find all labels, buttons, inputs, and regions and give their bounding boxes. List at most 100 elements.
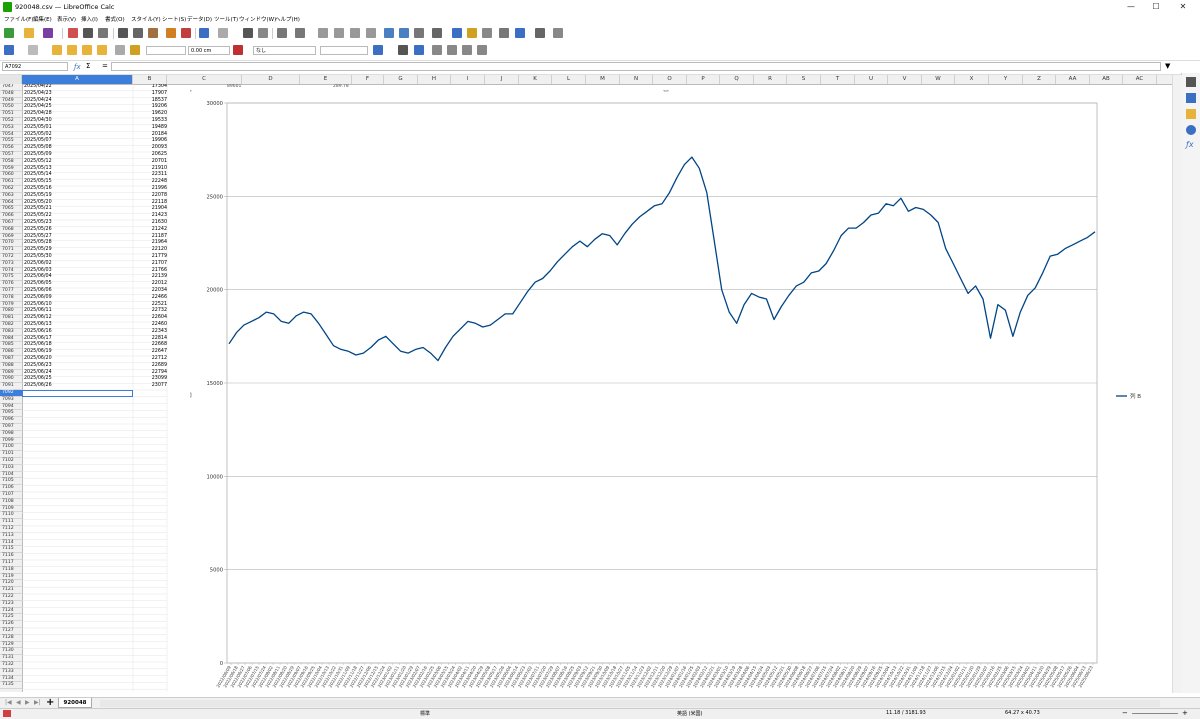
- row-header[interactable]: 7113: [0, 533, 22, 540]
- cell-date[interactable]: 2025/05/19: [24, 193, 52, 200]
- clone-formatting-icon[interactable]: [166, 28, 176, 38]
- cell-date[interactable]: 2025/05/01: [24, 125, 52, 132]
- copy-icon[interactable]: [133, 28, 143, 38]
- insert-image-icon[interactable]: [384, 28, 394, 38]
- cell-value[interactable]: 22078: [133, 193, 167, 200]
- row-header[interactable]: 7135: [0, 682, 22, 690]
- headers-footers-icon[interactable]: [482, 28, 492, 38]
- row-icon[interactable]: [277, 28, 287, 38]
- cell-value[interactable]: 21779: [133, 254, 167, 261]
- menu-window[interactable]: ウィンドウ(W): [239, 15, 276, 23]
- row-header[interactable]: 7086: [0, 349, 22, 356]
- row-header[interactable]: 7126: [0, 621, 22, 628]
- cell-date[interactable]: 2025/06/05: [24, 281, 52, 288]
- cell-value[interactable]: 22034: [133, 288, 167, 295]
- column-header-E[interactable]: E: [300, 75, 352, 84]
- insert-chart-icon[interactable]: [399, 28, 409, 38]
- align-center-object-icon[interactable]: [67, 45, 77, 55]
- hyperlink-icon[interactable]: [452, 28, 462, 38]
- gallery-icon[interactable]: [1186, 109, 1196, 119]
- cell-date[interactable]: 2025/06/12: [24, 315, 52, 322]
- cell-value[interactable]: 21630: [133, 220, 167, 227]
- column-header-D[interactable]: D: [242, 75, 300, 84]
- cell-date[interactable]: 2025/05/12: [24, 159, 52, 166]
- row-header[interactable]: 7081: [0, 315, 22, 322]
- cell-value[interactable]: 19533: [133, 118, 167, 125]
- row-header[interactable]: 7096: [0, 417, 22, 424]
- expand-formula-bar-icon[interactable]: ▼: [1165, 62, 1170, 70]
- area-fill-select[interactable]: [320, 46, 368, 55]
- row-header[interactable]: 7061: [0, 179, 22, 186]
- menu-data[interactable]: データ(D): [187, 15, 212, 23]
- maximize-button[interactable]: ☐: [1145, 0, 1167, 14]
- cell-value[interactable]: 22604: [133, 315, 167, 322]
- cell-value[interactable]: 17907: [133, 91, 167, 98]
- column-header-V[interactable]: V: [888, 75, 922, 84]
- column-header-N[interactable]: N: [620, 75, 653, 84]
- cell-value[interactable]: 20625: [133, 152, 167, 159]
- first-sheet-icon[interactable]: |◀: [5, 699, 12, 706]
- row-header[interactable]: 7102: [0, 458, 22, 465]
- line-ends-icon[interactable]: [373, 45, 383, 55]
- last-sheet-icon[interactable]: ▶|: [34, 699, 41, 706]
- row-header[interactable]: 7066: [0, 213, 22, 220]
- cell-value[interactable]: 21707: [133, 261, 167, 268]
- cell-date[interactable]: 2025/04/30: [24, 118, 52, 125]
- group-icon[interactable]: [130, 45, 140, 55]
- cell-value[interactable]: 22012: [133, 281, 167, 288]
- horizontal-scrollbar[interactable]: [100, 700, 1160, 707]
- cell-value[interactable]: 21423: [133, 213, 167, 220]
- cell-date[interactable]: 2025/05/15: [24, 179, 52, 186]
- sort-icon[interactable]: [318, 28, 328, 38]
- row-header[interactable]: 7132: [0, 662, 22, 669]
- column-header-M[interactable]: M: [586, 75, 620, 84]
- row-header[interactable]: 7051: [0, 111, 22, 118]
- column-header-Y[interactable]: Y: [989, 75, 1023, 84]
- new-icon[interactable]: [4, 28, 14, 38]
- transformations-icon[interactable]: [398, 45, 408, 55]
- cell-value[interactable]: 22712: [133, 356, 167, 363]
- cell-value[interactable]: 21996: [133, 186, 167, 193]
- line-chart[interactable]: 050001000015000200002500030000列 B2022/06…: [190, 90, 1167, 690]
- cell-date[interactable]: 2025/04/23: [24, 91, 52, 98]
- row-header[interactable]: 7116: [0, 553, 22, 560]
- column-header-P[interactable]: P: [687, 75, 720, 84]
- special-character-icon[interactable]: [432, 28, 442, 38]
- vertical-scrollbar[interactable]: [1172, 75, 1182, 693]
- row-header[interactable]: 7123: [0, 601, 22, 608]
- cell-value[interactable]: 23077: [133, 383, 167, 390]
- anchor-icon[interactable]: [4, 45, 14, 55]
- open-icon[interactable]: [24, 28, 34, 38]
- column-header-AB[interactable]: AB: [1090, 75, 1123, 84]
- functions-icon[interactable]: ƒx: [1186, 140, 1194, 149]
- page-style[interactable]: 標準: [420, 710, 430, 717]
- row-header[interactable]: 7048: [0, 91, 22, 98]
- column-header-L[interactable]: L: [552, 75, 586, 84]
- language-status[interactable]: 英語 (米国): [677, 710, 703, 717]
- cell-date[interactable]: 2025/06/26: [24, 383, 52, 390]
- next-sheet-icon[interactable]: ▶: [25, 699, 30, 706]
- send-to-back-icon[interactable]: [115, 45, 125, 55]
- row-header[interactable]: 7047: [0, 84, 22, 91]
- row-header[interactable]: 7101: [0, 451, 22, 458]
- row-header[interactable]: 7088: [0, 363, 22, 370]
- row-header[interactable]: 7068: [0, 227, 22, 234]
- column-header-T[interactable]: T: [821, 75, 855, 84]
- cell-value[interactable]: 22248: [133, 179, 167, 186]
- row-header[interactable]: 7073: [0, 261, 22, 268]
- row-header[interactable]: 7056: [0, 145, 22, 152]
- align-right-object-icon[interactable]: [82, 45, 92, 55]
- column-header-R[interactable]: R: [754, 75, 787, 84]
- row-header[interactable]: 7078: [0, 295, 22, 302]
- rotate-icon[interactable]: [414, 45, 424, 55]
- add-sheet-icon[interactable]: +: [46, 697, 54, 708]
- column-header-G[interactable]: G: [384, 75, 418, 84]
- row-header[interactable]: 7122: [0, 594, 22, 601]
- row-header[interactable]: 7083: [0, 329, 22, 336]
- properties-icon[interactable]: [1186, 77, 1196, 87]
- row-header[interactable]: 7121: [0, 587, 22, 594]
- cell-value[interactable]: 19489: [133, 125, 167, 132]
- row-header[interactable]: 7098: [0, 431, 22, 438]
- cell-date[interactable]: 2025/06/06: [24, 288, 52, 295]
- sum-icon[interactable]: Σ: [86, 62, 90, 70]
